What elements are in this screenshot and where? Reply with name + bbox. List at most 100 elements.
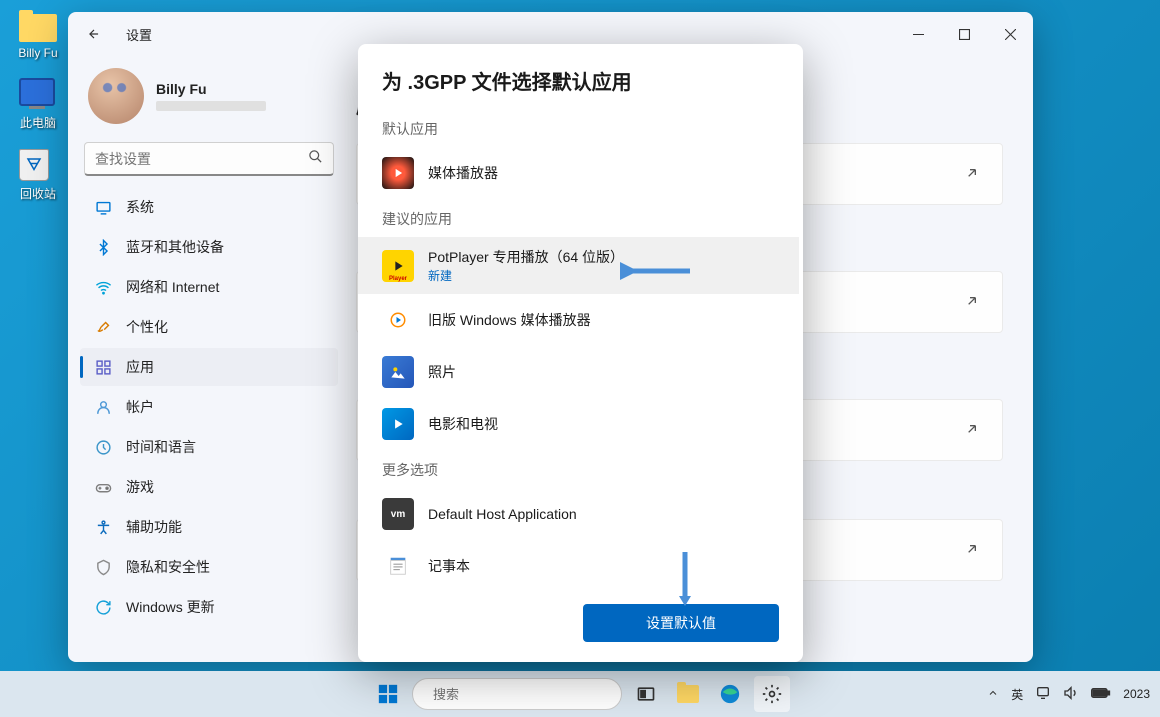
tray-overflow-button[interactable] — [987, 687, 999, 702]
sidebar-item-update[interactable]: Windows 更新 — [80, 588, 338, 626]
sidebar-item-brush[interactable]: 个性化 — [80, 308, 338, 346]
set-default-button[interactable]: 设置默认值 — [583, 604, 779, 642]
brush-icon — [94, 318, 112, 336]
sidebar-item-wifi[interactable]: 网络和 Internet — [80, 268, 338, 306]
app-row[interactable]: 照片 — [358, 346, 799, 398]
sidebar-item-system[interactable]: 系统 — [80, 188, 338, 226]
sidebar-item-label: 个性化 — [126, 317, 168, 337]
desktop-icon-label: Billy Fu — [18, 46, 57, 60]
avatar — [88, 68, 144, 124]
sidebar-item-label: 应用 — [126, 357, 154, 377]
search-icon — [308, 149, 323, 169]
volume-icon[interactable] — [1063, 685, 1079, 704]
section-default-label: 默认应用 — [358, 109, 799, 147]
close-button[interactable] — [987, 18, 1033, 50]
app-row[interactable]: PlayerPotPlayer 专用播放（64 位版）新建 — [358, 237, 799, 294]
app-name: 旧版 Windows 媒体播放器 — [428, 310, 591, 330]
taskbar-settings[interactable] — [754, 676, 790, 712]
sidebar-item-apps[interactable]: 应用 — [80, 348, 338, 386]
folder-icon — [677, 685, 699, 703]
sidebar-item-gaming[interactable]: 游戏 — [80, 468, 338, 506]
recycle-bin-icon — [19, 149, 49, 181]
accessibility-icon — [94, 518, 112, 536]
clock[interactable]: 2023 — [1123, 687, 1150, 701]
default-app-dialog: 为 .3GPP 文件选择默认应用 默认应用 媒体播放器 建议的应用 Player… — [358, 44, 803, 662]
search-input[interactable] — [95, 151, 308, 167]
window-title: 设置 — [126, 25, 152, 44]
desktop-icon-pc[interactable]: 此电脑 — [8, 78, 68, 131]
apps-icon — [94, 358, 112, 376]
system-icon — [94, 198, 112, 216]
app-row-media-player[interactable]: 媒体播放器 — [358, 147, 799, 199]
sidebar-item-privacy[interactable]: 隐私和安全性 — [80, 548, 338, 586]
gear-icon — [762, 684, 782, 704]
back-button[interactable] — [82, 22, 106, 46]
taskbar-search-input[interactable] — [433, 687, 609, 702]
app-row[interactable]: 电影和电视 — [358, 398, 799, 450]
app-row[interactable]: 旧版 Windows 媒体播放器 — [358, 294, 799, 346]
folder-icon — [19, 14, 57, 42]
open-external-icon — [964, 293, 982, 311]
taskbar-search[interactable] — [412, 678, 622, 710]
sidebar-item-label: 帐户 — [126, 397, 154, 417]
sidebar-item-label: 蓝牙和其他设备 — [126, 237, 224, 257]
gaming-icon — [94, 478, 112, 496]
media-player-icon — [382, 157, 414, 189]
taskbar-explorer[interactable] — [670, 676, 706, 712]
taskbar: 英 2023 — [0, 671, 1160, 717]
sidebar-item-label: 网络和 Internet — [126, 277, 219, 297]
annotation-arrow-vertical — [675, 550, 695, 606]
app-row[interactable]: 记事本 — [358, 540, 799, 590]
task-view-button[interactable] — [628, 676, 664, 712]
search-box[interactable] — [84, 142, 334, 176]
app-name: 记事本 — [428, 556, 470, 576]
app-icon — [382, 356, 414, 388]
app-sub-label: 新建 — [428, 267, 624, 284]
profile-email-redacted — [156, 101, 266, 111]
desktop-icon-folder[interactable]: Billy Fu — [8, 10, 68, 60]
app-name: Default Host Application — [428, 506, 577, 522]
profile[interactable]: Billy Fu — [80, 64, 338, 134]
sidebar-item-bluetooth[interactable]: 蓝牙和其他设备 — [80, 228, 338, 266]
sidebar-item-label: 辅助功能 — [126, 517, 182, 537]
app-icon: vm — [382, 498, 414, 530]
time-icon — [94, 438, 112, 456]
dialog-body[interactable]: 默认应用 媒体播放器 建议的应用 PlayerPotPlayer 专用播放（64… — [358, 109, 803, 590]
windows-icon — [377, 683, 399, 705]
sidebar: Billy Fu 系统蓝牙和其他设备网络和 Internet 个性化应用帐户时间和… — [68, 56, 350, 662]
desktop-icon-label: 此电脑 — [20, 114, 56, 131]
sidebar-item-label: Windows 更新 — [126, 597, 215, 617]
battery-icon[interactable] — [1091, 687, 1111, 702]
account-icon — [94, 398, 112, 416]
maximize-button[interactable] — [941, 18, 987, 50]
open-external-icon — [964, 541, 982, 559]
app-icon: Player — [382, 250, 414, 282]
sidebar-item-time[interactable]: 时间和语言 — [80, 428, 338, 466]
task-view-icon — [636, 684, 656, 704]
dialog-title: 为 .3GPP 文件选择默认应用 — [358, 44, 803, 109]
app-name: 照片 — [428, 362, 456, 382]
app-row[interactable]: vm Default Host Application — [358, 488, 799, 540]
start-button[interactable] — [370, 676, 406, 712]
profile-name: Billy Fu — [156, 81, 266, 97]
annotation-arrow-horizontal — [620, 261, 692, 281]
sidebar-item-label: 游戏 — [126, 477, 154, 497]
desktop-icon-recycle[interactable]: 回收站 — [8, 149, 68, 202]
ime-indicator[interactable]: 英 — [1011, 686, 1023, 703]
sidebar-item-account[interactable]: 帐户 — [80, 388, 338, 426]
open-external-icon — [964, 421, 982, 439]
minimize-button[interactable] — [895, 18, 941, 50]
app-icon — [382, 408, 414, 440]
section-suggested-label: 建议的应用 — [358, 199, 799, 237]
sidebar-item-label: 系统 — [126, 197, 154, 217]
app-icon — [382, 550, 414, 582]
copilot-icon[interactable] — [1035, 685, 1051, 704]
app-icon — [382, 304, 414, 336]
pc-icon — [19, 78, 55, 106]
desktop-icon-label: 回收站 — [20, 185, 56, 202]
taskbar-edge[interactable] — [712, 676, 748, 712]
section-more-label: 更多选项 — [358, 450, 799, 488]
sidebar-item-accessibility[interactable]: 辅助功能 — [80, 508, 338, 546]
wifi-icon — [94, 278, 112, 296]
sidebar-item-label: 隐私和安全性 — [126, 557, 210, 577]
